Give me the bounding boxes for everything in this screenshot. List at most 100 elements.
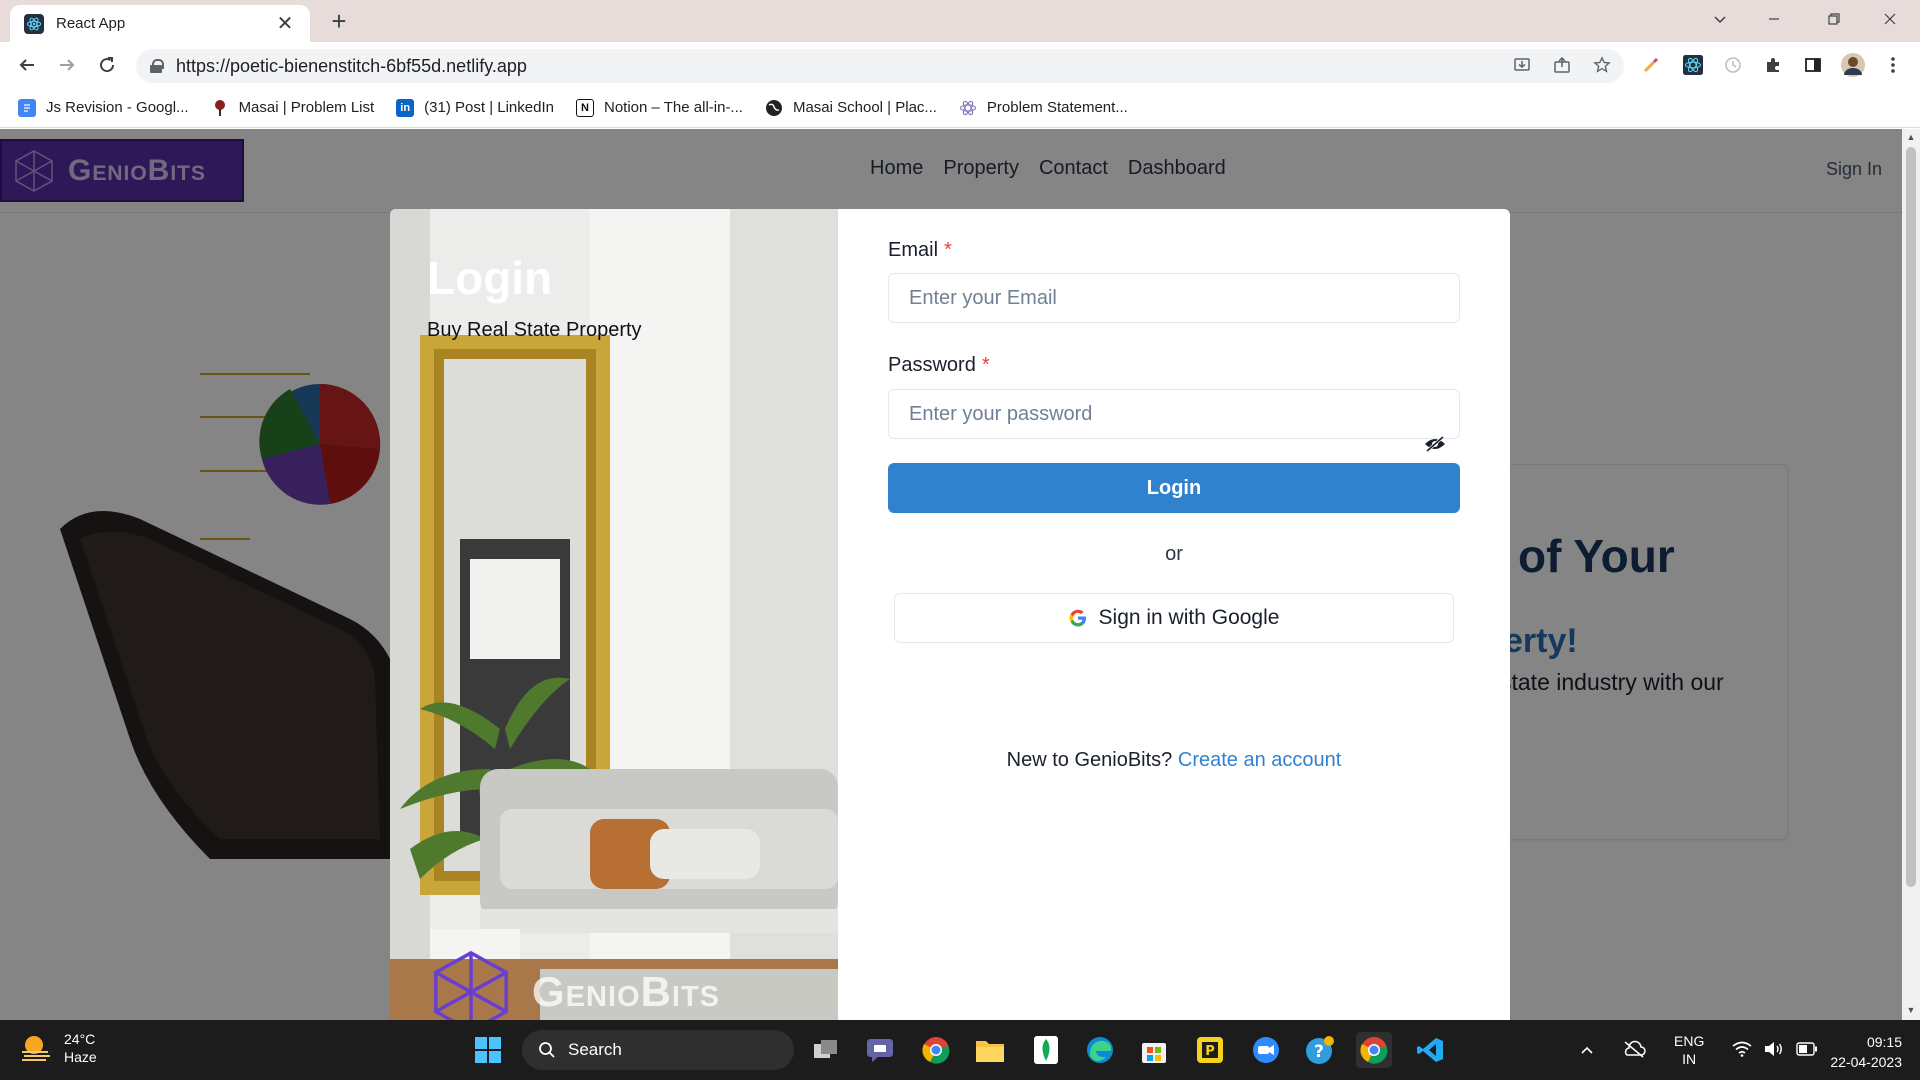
chrome-icon[interactable] bbox=[918, 1032, 954, 1068]
modal-title: Login bbox=[427, 252, 553, 304]
weather-temperature: 24°C bbox=[64, 1031, 96, 1047]
bookmark-label: Masai School | Plac... bbox=[792, 99, 937, 116]
minimize-icon[interactable] bbox=[1746, 0, 1802, 38]
haze-sun-icon bbox=[22, 1036, 50, 1061]
notion-icon: N bbox=[575, 98, 594, 117]
react-devtools-icon[interactable] bbox=[1680, 52, 1706, 78]
bookmark-masai-problem-list[interactable]: Masai | Problem List bbox=[211, 99, 375, 117]
signup-prompt-text: New to GenioBits? bbox=[1006, 749, 1173, 771]
volume-icon[interactable] bbox=[1764, 1041, 1784, 1060]
profile-avatar[interactable] bbox=[1840, 52, 1866, 78]
bookmark-label: Notion – The all-in-... bbox=[603, 99, 743, 116]
google-docs-icon bbox=[18, 98, 36, 117]
extension-clock-icon[interactable] bbox=[1720, 52, 1746, 78]
side-panel-icon[interactable] bbox=[1800, 52, 1826, 78]
task-view-icon[interactable] bbox=[808, 1032, 844, 1068]
google-icon bbox=[1069, 609, 1086, 627]
region-text: IN bbox=[1682, 1051, 1697, 1067]
install-app-icon[interactable] bbox=[1512, 56, 1532, 76]
forward-icon[interactable] bbox=[52, 50, 82, 80]
bookmark-masai-school[interactable]: Masai School | Plac... bbox=[765, 99, 937, 117]
scroll-thumb[interactable] bbox=[1906, 147, 1916, 887]
svg-text:P: P bbox=[1205, 1044, 1215, 1059]
weather-widget[interactable]: 24°C Haze bbox=[20, 1030, 97, 1066]
create-account-link[interactable]: Create an account bbox=[1178, 749, 1341, 771]
bookmark-notion[interactable]: N Notion – The all-in-... bbox=[575, 98, 743, 117]
postman-like-app-icon[interactable]: P bbox=[1192, 1032, 1228, 1068]
browser-tab[interactable]: React App ✕ bbox=[10, 5, 310, 42]
network-logo-icon bbox=[434, 950, 508, 1020]
google-button-label: Sign in with Google bbox=[1098, 606, 1280, 629]
taskbar-search[interactable]: Search bbox=[522, 1030, 794, 1070]
email-input[interactable] bbox=[888, 273, 1460, 323]
google-signin-button[interactable]: Sign in with Google bbox=[894, 593, 1454, 643]
taskbar-clock[interactable]: 09:15 22-04-2023 bbox=[1810, 1032, 1902, 1072]
url-text[interactable]: https://poetic-bienenstitch-6bf55d.netli… bbox=[176, 56, 527, 77]
close-window-icon[interactable] bbox=[1862, 0, 1918, 38]
svg-text:?: ? bbox=[1314, 1042, 1324, 1062]
edge-icon[interactable] bbox=[1082, 1032, 1118, 1068]
required-mark: * bbox=[944, 239, 952, 261]
zoom-icon[interactable] bbox=[1248, 1032, 1284, 1068]
new-tab-button[interactable]: + bbox=[324, 6, 354, 36]
tab-search-chevron-icon[interactable] bbox=[1692, 0, 1748, 38]
menu-dots-icon[interactable] bbox=[1880, 52, 1906, 78]
required-mark: * bbox=[981, 354, 990, 376]
email-label-text: Email bbox=[888, 239, 939, 261]
bookmark-js-revision[interactable]: Js Revision - Googl... bbox=[18, 98, 189, 117]
browser-toolbar: https://poetic-bienenstitch-6bf55d.netli… bbox=[0, 42, 1920, 88]
teams-chat-icon[interactable] bbox=[862, 1032, 898, 1068]
chrome-active-icon[interactable] bbox=[1356, 1032, 1392, 1068]
email-label: Email * bbox=[888, 239, 952, 262]
eye-slash-icon[interactable] bbox=[1420, 429, 1450, 459]
help-app-icon[interactable]: ? bbox=[1302, 1032, 1338, 1068]
search-icon bbox=[539, 1042, 555, 1058]
language-text: ENG bbox=[1674, 1033, 1705, 1049]
address-bar[interactable]: https://poetic-bienenstitch-6bf55d.netli… bbox=[136, 49, 1624, 83]
tab-close-icon[interactable]: ✕ bbox=[274, 11, 296, 36]
restore-icon[interactable] bbox=[1806, 0, 1862, 38]
or-divider: or bbox=[1165, 543, 1183, 565]
wifi-icon[interactable] bbox=[1732, 1041, 1752, 1060]
microsoft-store-icon[interactable] bbox=[1136, 1032, 1172, 1068]
password-input[interactable] bbox=[888, 389, 1460, 439]
password-label-text: Password bbox=[888, 354, 976, 376]
file-explorer-icon[interactable] bbox=[972, 1032, 1008, 1068]
react-icon bbox=[959, 99, 977, 117]
onedrive-offline-icon[interactable] bbox=[1622, 1040, 1646, 1061]
language-indicator[interactable]: ENG IN bbox=[1674, 1032, 1704, 1068]
back-icon[interactable] bbox=[12, 50, 42, 80]
scroll-down-icon[interactable]: ▼ bbox=[1906, 1005, 1916, 1015]
scroll-up-icon[interactable]: ▲ bbox=[1906, 132, 1916, 142]
login-button[interactable]: Login bbox=[888, 463, 1460, 513]
bookmark-problem-statement[interactable]: Problem Statement... bbox=[959, 99, 1128, 117]
password-label: Password * bbox=[888, 354, 990, 377]
modal-logo-text: GenioBits bbox=[532, 968, 721, 1015]
reload-icon[interactable] bbox=[92, 50, 122, 80]
bookmark-star-icon[interactable] bbox=[1592, 56, 1612, 76]
modal-image-panel: Login Buy Real State Property GenioBits bbox=[390, 209, 838, 1020]
taskbar: 24°C Haze Search P ? ENG IN 09:15 22-04-… bbox=[0, 1020, 1920, 1080]
bookmark-label: Masai | Problem List bbox=[238, 99, 375, 116]
extensions-puzzle-icon[interactable] bbox=[1760, 52, 1786, 78]
bookmark-label: Problem Statement... bbox=[986, 99, 1128, 116]
vscode-icon[interactable] bbox=[1412, 1032, 1448, 1068]
lock-icon[interactable] bbox=[150, 59, 164, 73]
tab-strip: React App ✕ + bbox=[0, 0, 1920, 42]
bookmark-label: (31) Post | LinkedIn bbox=[424, 99, 554, 116]
show-hidden-icons-chevron-icon[interactable] bbox=[1580, 1042, 1594, 1058]
page-scrollbar[interactable]: ▲ ▼ bbox=[1902, 129, 1920, 1020]
color-picker-extension-icon[interactable] bbox=[1638, 52, 1664, 78]
share-icon[interactable] bbox=[1552, 56, 1572, 76]
mongodb-icon[interactable] bbox=[1028, 1032, 1064, 1068]
clock-date: 22-04-2023 bbox=[1830, 1054, 1902, 1070]
search-label: Search bbox=[568, 1040, 622, 1059]
login-modal: Login Buy Real State Property GenioBits … bbox=[390, 209, 1510, 1020]
bookmarks-bar: Js Revision - Googl... Masai | Problem L… bbox=[0, 88, 1920, 128]
masai-icon bbox=[211, 99, 229, 117]
signup-prompt: New to GenioBits? Create an account bbox=[838, 749, 1510, 772]
weather-condition: Haze bbox=[64, 1049, 97, 1065]
bookmark-linkedin[interactable]: in (31) Post | LinkedIn bbox=[396, 98, 554, 117]
windows-start-icon[interactable] bbox=[470, 1032, 506, 1068]
modal-logo: GenioBits bbox=[428, 949, 720, 1020]
